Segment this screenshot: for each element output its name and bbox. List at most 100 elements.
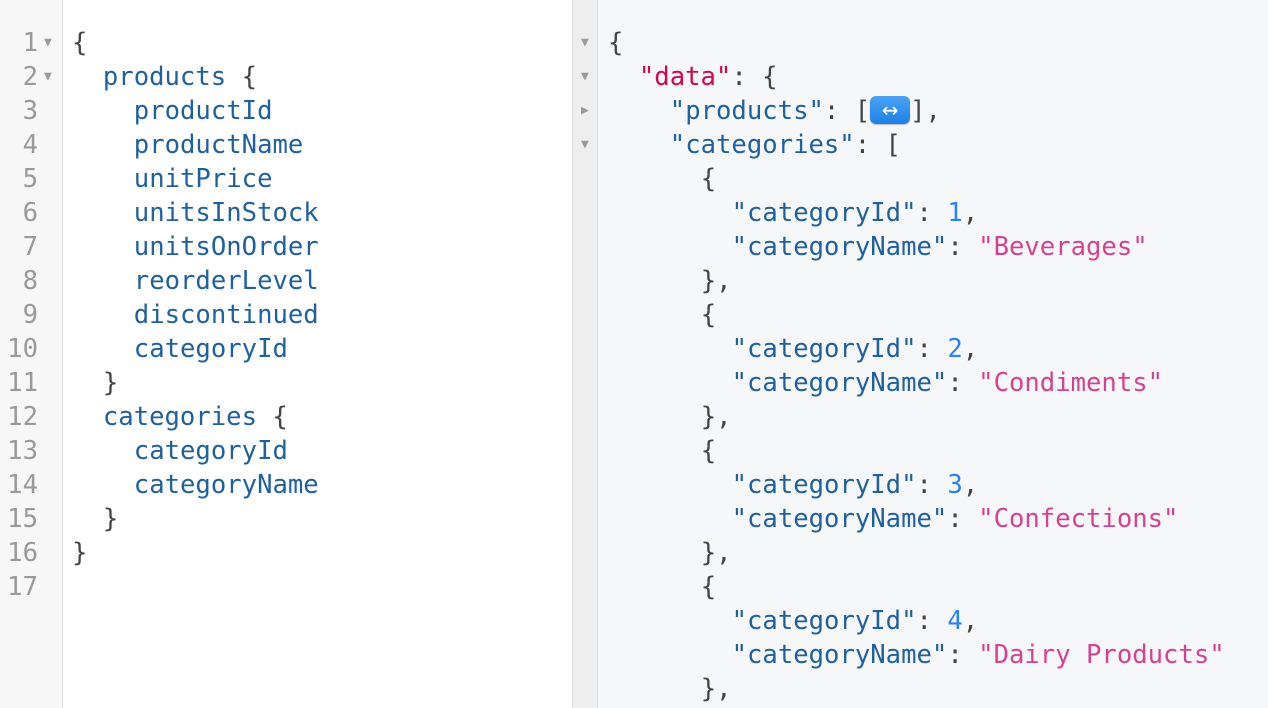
json-key-data: "data"	[638, 62, 732, 92]
json-key: "categoryName"	[731, 232, 948, 262]
query-line[interactable]: unitsOnOrder	[134, 230, 319, 264]
brace: }	[102, 368, 119, 398]
category-id-value: 1	[947, 198, 963, 228]
line-number: 14	[7, 470, 38, 500]
json-key: "categoryId"	[731, 334, 917, 364]
expand-products-button[interactable]: ↔	[870, 96, 911, 124]
line-number: 11	[7, 368, 38, 398]
query-line[interactable]: productName	[134, 128, 304, 162]
line-number: 2	[22, 62, 38, 92]
colon: :	[947, 640, 979, 670]
query-line[interactable]: }	[103, 502, 118, 536]
line-number: 12	[7, 402, 38, 432]
query-field: categoryName	[133, 470, 319, 500]
result-line: "categories": [	[670, 128, 901, 162]
query-line[interactable]: {	[72, 26, 87, 60]
result-line: "categoryId": 1,	[732, 196, 979, 230]
query-line[interactable]: reorderLevel	[134, 264, 319, 298]
json-key-products: "products"	[669, 96, 824, 126]
expand-arrow-icon[interactable]: ▶	[581, 94, 589, 128]
brace: {	[226, 62, 257, 92]
category-id-value: 4	[947, 606, 963, 636]
result-line: },	[701, 536, 732, 570]
result-line: "categoryId": 4,	[732, 604, 979, 638]
query-line[interactable]: discontinued	[134, 298, 319, 332]
line-number: 17	[7, 572, 38, 602]
comma: ,	[962, 470, 979, 500]
json-key: "categoryName"	[731, 640, 948, 670]
category-id-value: 2	[947, 334, 963, 364]
query-field: categoryId	[133, 334, 288, 364]
query-field: productId	[133, 96, 273, 126]
query-field: categories	[102, 402, 257, 432]
query-field: productName	[133, 130, 304, 160]
result-line: "categoryName": "Dairy Products"	[732, 638, 1225, 672]
query-field: products	[102, 62, 227, 92]
collapse-arrow-icon[interactable]: ▼	[581, 128, 589, 162]
line-number: 13	[7, 436, 38, 466]
category-name-value: "Dairy Products"	[978, 640, 1225, 670]
colon: :	[916, 470, 948, 500]
comma: ,	[962, 606, 979, 636]
line-number: 7	[22, 232, 38, 262]
line-number: 6	[22, 198, 38, 228]
bracket: : [	[823, 96, 871, 126]
query-field: discontinued	[133, 300, 319, 330]
query-line[interactable]: categoryName	[134, 468, 319, 502]
colon: :	[916, 334, 948, 364]
brace: },	[700, 674, 732, 704]
brace: {	[700, 572, 717, 602]
brace: {	[700, 436, 717, 466]
bracket: ],	[910, 96, 941, 126]
comma: ,	[962, 198, 979, 228]
query-field: unitPrice	[133, 164, 273, 194]
brace: {	[700, 164, 717, 194]
category-id-value: 3	[947, 470, 963, 500]
result-line: "categoryName": "Beverages"	[732, 230, 1148, 264]
fold-toggle-icon[interactable]: ▼	[44, 26, 52, 60]
line-number: 4	[22, 130, 38, 160]
json-key: "categoryId"	[731, 470, 917, 500]
bracket: : [	[854, 130, 901, 160]
result-line: "categoryId": 3,	[732, 468, 979, 502]
query-field: categoryId	[133, 436, 288, 466]
line-number: 9	[22, 300, 38, 330]
brace: },	[700, 266, 732, 296]
brace: },	[700, 402, 732, 432]
query-line[interactable]: }	[72, 536, 87, 570]
category-name-value: "Confections"	[978, 504, 1179, 534]
result-line: "products": [↔],	[670, 94, 941, 128]
query-line[interactable]: productId	[134, 94, 273, 128]
line-number: 3	[22, 96, 38, 126]
query-line[interactable]: products {	[103, 60, 257, 94]
result-line: {	[608, 26, 623, 60]
json-key: "categoryName"	[731, 504, 948, 534]
query-line[interactable]: unitPrice	[134, 162, 273, 196]
collapse-arrow-icon[interactable]: ▼	[581, 26, 589, 60]
line-number: 10	[7, 334, 38, 364]
fold-toggle-icon[interactable]: ▼	[44, 60, 52, 94]
brace: {	[256, 402, 288, 432]
collapse-arrow-icon[interactable]: ▼	[581, 60, 589, 94]
colon: :	[947, 232, 979, 262]
json-key-categories: "categories"	[669, 130, 855, 160]
line-number: 5	[22, 164, 38, 194]
query-line[interactable]: categories {	[103, 400, 288, 434]
result-line: {	[701, 434, 716, 468]
category-name-value: "Condiments"	[978, 368, 1164, 398]
query-line[interactable]: categoryId	[134, 332, 288, 366]
query-line[interactable]: categoryId	[134, 434, 288, 468]
query-field: reorderLevel	[133, 266, 319, 296]
query-field: unitsInStock	[133, 198, 319, 228]
result-line: },	[701, 264, 732, 298]
colon: :	[947, 504, 979, 534]
line-number: 15	[7, 504, 38, 534]
result-line: "data": {	[639, 60, 778, 94]
query-line[interactable]: unitsInStock	[134, 196, 319, 230]
category-name-value: "Beverages"	[978, 232, 1148, 262]
json-key: "categoryId"	[731, 606, 917, 636]
query-line[interactable]: }	[103, 366, 118, 400]
comma: ,	[962, 334, 979, 364]
brace: {	[700, 300, 717, 330]
line-number: 1	[22, 28, 38, 58]
